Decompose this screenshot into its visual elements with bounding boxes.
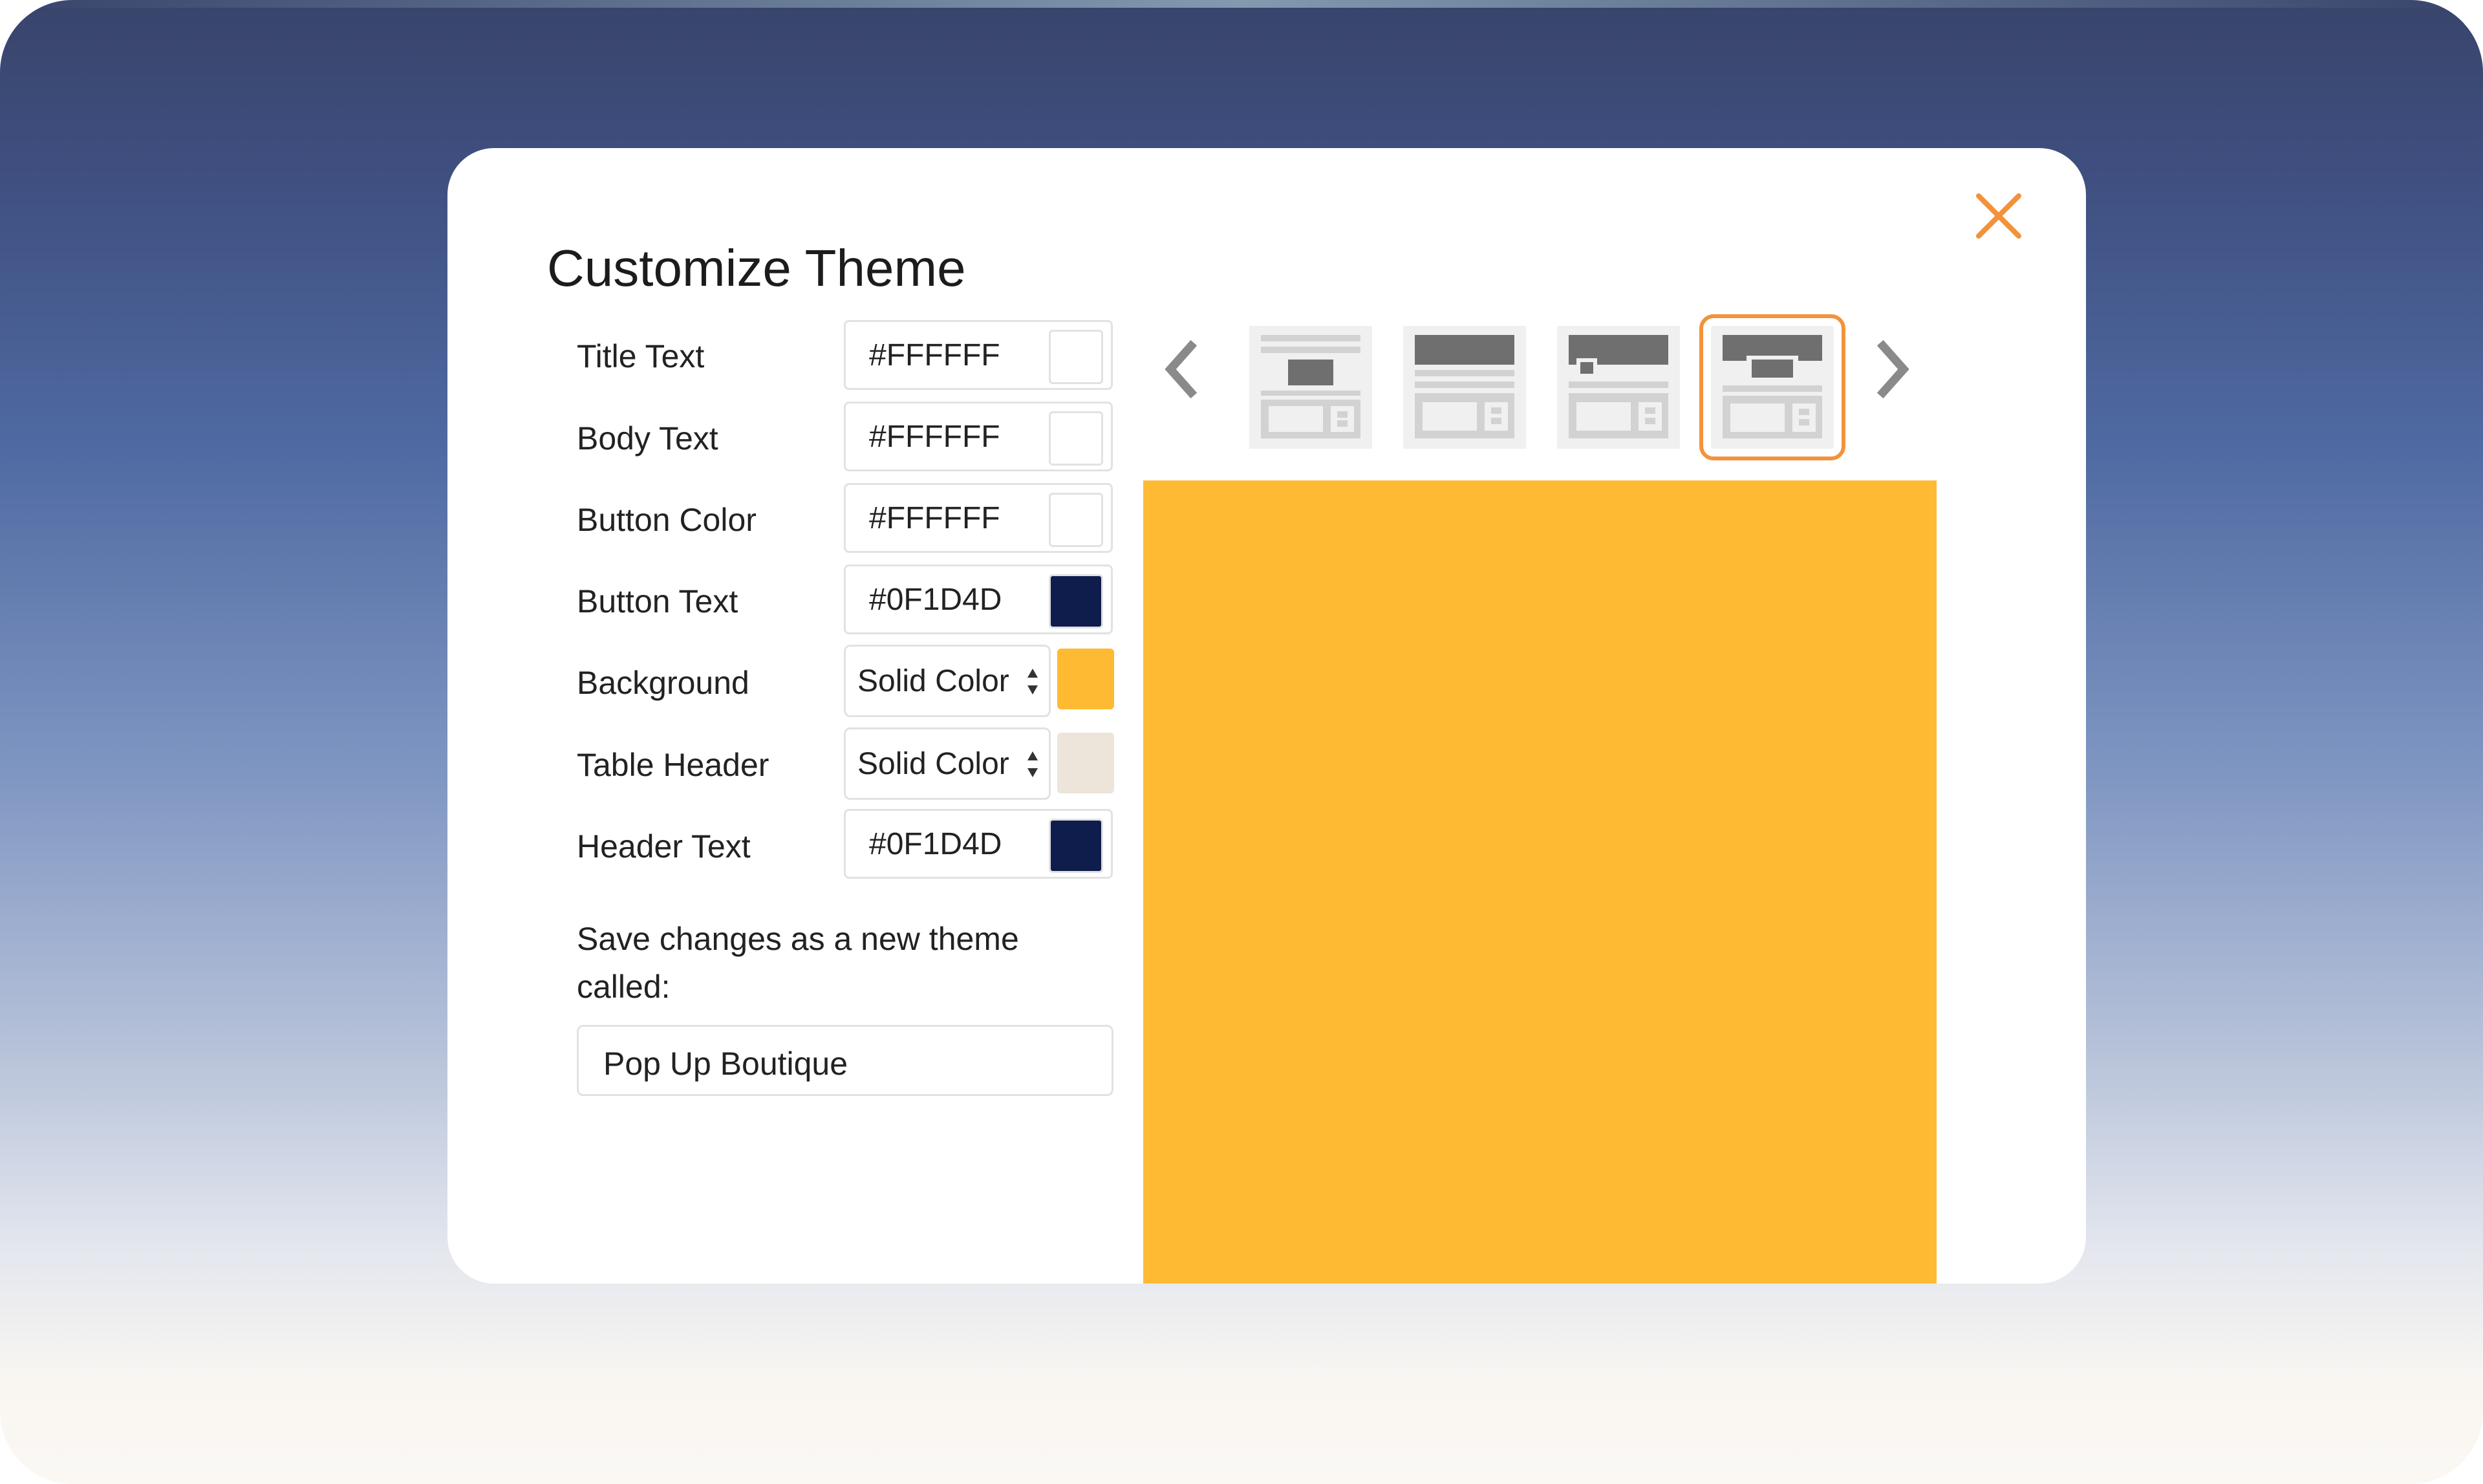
title-text-hex-value[interactable]: #FFFFFF — [869, 338, 1000, 373]
table-header-color-swatch[interactable] — [1057, 733, 1114, 793]
background-type-value: Solid Color — [857, 664, 1009, 698]
button-text-color-field[interactable]: #0F1D4D — [844, 565, 1113, 634]
theme-name-input[interactable]: Pop Up Boutique — [577, 1025, 1113, 1096]
body-text-label: Body Text — [577, 420, 718, 457]
layout-thumbnail-3[interactable] — [1557, 326, 1680, 449]
close-icon[interactable] — [1970, 187, 2028, 245]
select-arrows-icon — [1027, 669, 1038, 694]
button-color-swatch[interactable] — [1049, 493, 1103, 547]
button-text-hex-value[interactable]: #0F1D4D — [869, 582, 1002, 618]
customize-theme-dialog: Customize Theme Title Text #FFFFFF Body … — [447, 148, 2086, 1284]
button-color-label: Button Color — [577, 502, 757, 538]
chevron-left-icon[interactable] — [1164, 339, 1198, 399]
theme-name-value[interactable]: Pop Up Boutique — [603, 1045, 848, 1082]
header-text-color-field[interactable]: #0F1D4D — [844, 809, 1113, 879]
background-type-select[interactable]: Solid Color — [844, 645, 1051, 717]
table-header-type-value: Solid Color — [857, 747, 1009, 781]
header-text-hex-value[interactable]: #0F1D4D — [869, 826, 1002, 862]
layout-thumbnail-4[interactable] — [1699, 314, 1845, 460]
layout-4-icon — [1723, 335, 1822, 438]
body-text-color-field[interactable]: #FFFFFF — [844, 402, 1113, 471]
theme-preview-area — [1143, 480, 1937, 1284]
chevron-right-icon[interactable] — [1876, 339, 1910, 399]
title-text-swatch[interactable] — [1049, 330, 1103, 384]
layout-3-icon — [1569, 335, 1668, 438]
button-color-hex-value[interactable]: #FFFFFF — [869, 500, 1000, 536]
table-header-type-select[interactable]: Solid Color — [844, 727, 1051, 800]
table-header-label: Table Header — [577, 747, 769, 783]
body-text-swatch[interactable] — [1049, 411, 1103, 466]
title-text-label: Title Text — [577, 338, 705, 374]
button-color-field[interactable]: #FFFFFF — [844, 483, 1113, 553]
select-arrows-icon — [1027, 751, 1038, 777]
body-text-hex-value[interactable]: #FFFFFF — [869, 419, 1000, 455]
layout-2-icon — [1415, 335, 1514, 438]
header-text-swatch[interactable] — [1049, 819, 1103, 873]
background-color-swatch[interactable] — [1057, 649, 1114, 709]
layout-thumbnail-2[interactable] — [1403, 326, 1526, 449]
layout-1-icon — [1261, 335, 1360, 438]
save-theme-prompt: Save changes as a new theme called: — [577, 921, 1019, 1005]
background-label: Background — [577, 665, 749, 701]
header-text-label: Header Text — [577, 828, 751, 865]
dialog-title: Customize Theme — [547, 239, 966, 297]
button-text-swatch[interactable] — [1049, 574, 1103, 629]
title-text-color-field[interactable]: #FFFFFF — [844, 320, 1113, 390]
layout-thumbnail-1[interactable] — [1249, 326, 1372, 449]
button-text-label: Button Text — [577, 583, 738, 619]
